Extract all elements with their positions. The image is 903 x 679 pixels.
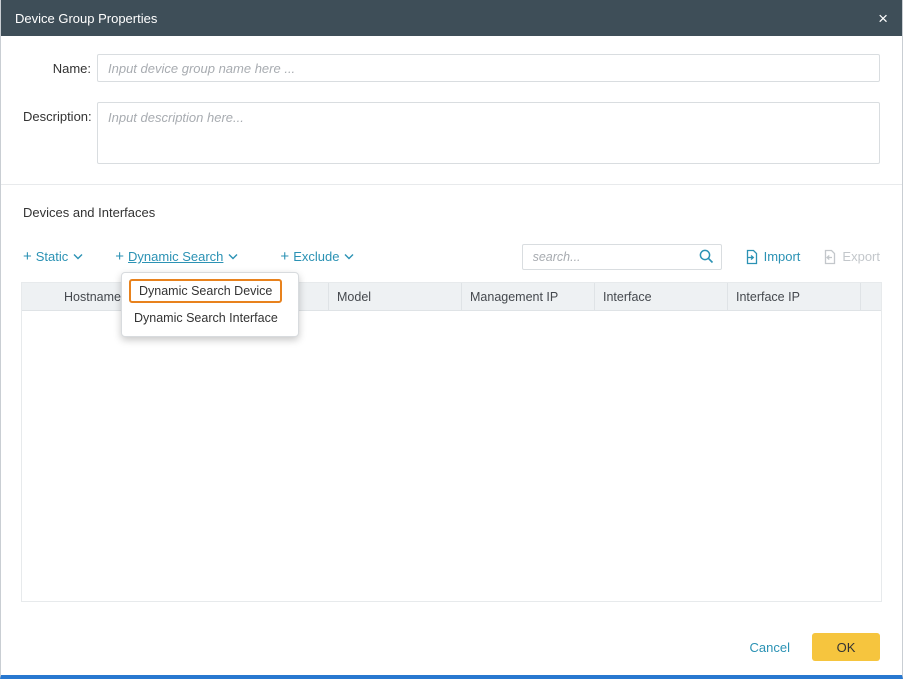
exclude-label: Exclude bbox=[293, 249, 339, 264]
export-button[interactable]: Export bbox=[822, 249, 880, 265]
exclude-button[interactable]: + Exclude bbox=[280, 248, 354, 265]
devices-interfaces-title: Devices and Interfaces bbox=[23, 205, 880, 220]
menu-item-dynamic-search-interface[interactable]: Dynamic Search Interface bbox=[122, 306, 298, 330]
static-label: Static bbox=[36, 249, 69, 264]
static-add-button[interactable]: + Static bbox=[23, 248, 83, 265]
dynamic-search-menu: Dynamic Search Device Dynamic Search Int… bbox=[121, 272, 299, 337]
device-group-properties-dialog: Device Group Properties × Name: Descript… bbox=[0, 0, 903, 679]
chevron-down-icon bbox=[344, 253, 354, 260]
column-header-filler bbox=[860, 283, 881, 310]
close-icon[interactable]: × bbox=[878, 10, 888, 27]
search-box bbox=[522, 244, 722, 270]
column-header-model[interactable]: Model bbox=[328, 283, 461, 310]
export-label: Export bbox=[842, 249, 880, 264]
column-header-interface[interactable]: Interface bbox=[594, 283, 727, 310]
plus-icon: + bbox=[280, 248, 289, 265]
column-header-interface-ip[interactable]: Interface IP bbox=[727, 283, 860, 310]
description-textarea[interactable] bbox=[97, 102, 880, 164]
import-label: Import bbox=[764, 249, 801, 264]
cancel-button[interactable]: Cancel bbox=[750, 640, 790, 655]
import-icon bbox=[744, 249, 759, 265]
name-label: Name: bbox=[23, 54, 91, 76]
plus-icon: + bbox=[115, 248, 124, 265]
dynamic-search-label: Dynamic Search bbox=[128, 249, 223, 264]
chevron-down-icon bbox=[228, 253, 238, 260]
dialog-footer: Cancel OK bbox=[750, 633, 880, 661]
name-row: Name: bbox=[23, 54, 880, 82]
dialog-title: Device Group Properties bbox=[15, 11, 157, 26]
description-row: Description: bbox=[23, 102, 880, 164]
dialog-titlebar: Device Group Properties × bbox=[1, 0, 902, 36]
table-body-empty bbox=[22, 311, 881, 601]
devices-toolbar: + Static + Dynamic Search + Exclude bbox=[23, 243, 880, 270]
dialog-body: Name: Description: bbox=[1, 36, 902, 164]
search-icon[interactable] bbox=[698, 248, 715, 268]
menu-item-dynamic-search-device[interactable]: Dynamic Search Device bbox=[129, 279, 282, 303]
section-divider bbox=[1, 184, 902, 185]
search-input[interactable] bbox=[522, 244, 722, 270]
dynamic-search-button[interactable]: + Dynamic Search bbox=[115, 248, 238, 265]
chevron-down-icon bbox=[73, 253, 83, 260]
plus-icon: + bbox=[23, 248, 32, 265]
import-button[interactable]: Import bbox=[744, 249, 801, 265]
export-icon bbox=[822, 249, 837, 265]
description-label: Description: bbox=[23, 102, 91, 124]
ok-button[interactable]: OK bbox=[812, 633, 880, 661]
column-header-management-ip[interactable]: Management IP bbox=[461, 283, 594, 310]
name-input[interactable] bbox=[97, 54, 880, 82]
